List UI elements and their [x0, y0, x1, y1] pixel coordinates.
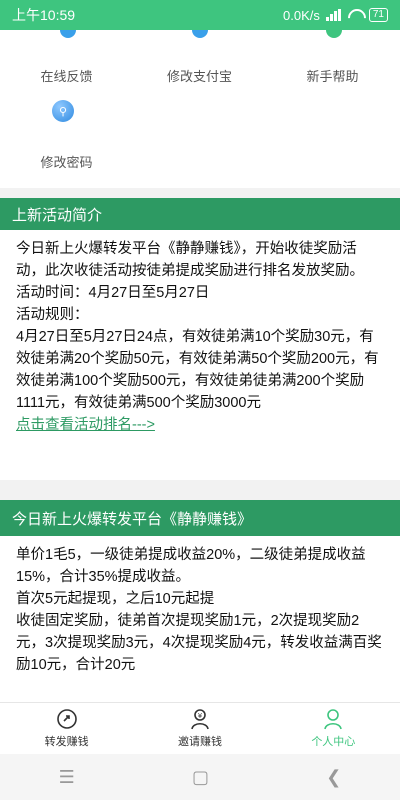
invite-earn-icon: ¥	[189, 708, 211, 730]
platform-line-withdraw: 首次5元起提现，之后10元起提	[16, 591, 215, 607]
home-icon[interactable]: ▢	[192, 767, 209, 788]
tab-label: 个人中心	[311, 736, 356, 748]
tab-profile[interactable]: 个人中心	[267, 703, 400, 754]
menu-item-label: 新手帮助	[306, 69, 359, 84]
key-icon: ⚲	[52, 100, 74, 122]
activity-rules: 4月27日至5月27日24点，有效徒弟满10个奖励30元，有效徒弟满20个奖励5…	[16, 329, 379, 411]
battery-icon: 71	[368, 8, 388, 22]
back-icon[interactable]: ❮	[326, 767, 341, 788]
activity-section-body: 今日新上火爆转发平台《静静赚钱》，开始收徒奖励活动，此次收徒活动按徒弟提成奖励进…	[0, 238, 400, 474]
menu-item-change-password[interactable]: 修改密码	[0, 152, 133, 171]
status-indicators: 0.0K/s 71	[283, 8, 388, 23]
activity-time: 活动时间：4月27日至5月27日	[16, 285, 210, 301]
status-time: 上午10:59	[12, 7, 76, 23]
platform-section-title: 今日新上火爆转发平台《静静赚钱》	[0, 500, 400, 536]
tab-label: 邀请赚钱	[177, 736, 222, 748]
activity-section-title: 上新活动简介	[0, 198, 400, 230]
menu-item-edit-alipay[interactable]: 修改支付宝	[133, 66, 266, 85]
activity-intro: 今日新上火爆转发平台《静静赚钱》，开始收徒奖励活动，此次收徒活动按徒弟提成奖励进…	[16, 241, 364, 279]
status-bar: 上午10:59 0.0K/s 71	[0, 0, 400, 30]
tab-share-earn[interactable]: 转发赚钱	[0, 703, 133, 754]
menu-item-feedback[interactable]: 在线反馈	[0, 66, 133, 85]
platform-line-reward: 收徒固定奖励，徒弟首次提现奖励1元，2次提现奖励2元，3次提现奖励3元，4次提现…	[16, 613, 382, 673]
network-speed: 0.0K/s	[283, 7, 320, 23]
wifi-icon	[347, 9, 363, 21]
menu-item-help[interactable]: 新手帮助	[266, 66, 399, 85]
edit-alipay-icon	[192, 30, 208, 38]
platform-line-commission: 单价1毛5，一级徒弟提成收益20%，二级徒弟提成收益15%，合计35%提成收益。	[16, 547, 366, 585]
share-earn-icon	[56, 708, 78, 730]
divider	[0, 480, 400, 500]
svg-text:¥: ¥	[198, 712, 203, 720]
platform-section-body: 单价1毛5，一级徒弟提成收益20%，二级徒弟提成收益15%，合计35%提成收益。…	[0, 544, 400, 694]
settings-menu-grid: 在线反馈 修改支付宝 新手帮助 ⚲ 修改密码	[0, 30, 400, 188]
tab-invite-earn[interactable]: ¥ 邀请赚钱	[133, 703, 266, 754]
activity-rules-label: 活动规则：	[16, 307, 89, 323]
feedback-icon	[60, 30, 76, 38]
menu-icon[interactable]: ☰	[59, 767, 75, 788]
divider	[0, 188, 400, 198]
section-title: 今日新上火爆转发平台《静静赚钱》	[12, 510, 253, 528]
menu-item-label: 在线反馈	[40, 69, 93, 84]
signal-icon	[325, 9, 341, 21]
menu-item-label: 修改密码	[40, 155, 93, 170]
system-nav-bar: ☰ ▢ ❮	[0, 754, 400, 800]
help-icon	[326, 30, 342, 38]
tab-label: 转发赚钱	[44, 736, 89, 748]
bottom-tab-bar: 转发赚钱 ¥ 邀请赚钱 个人中心	[0, 702, 400, 754]
section-title: 上新活动简介	[12, 206, 103, 224]
menu-item-label: 修改支付宝	[166, 69, 232, 84]
activity-ranking-link[interactable]: 点击查看活动排名--->	[16, 417, 155, 433]
profile-icon	[322, 708, 344, 730]
